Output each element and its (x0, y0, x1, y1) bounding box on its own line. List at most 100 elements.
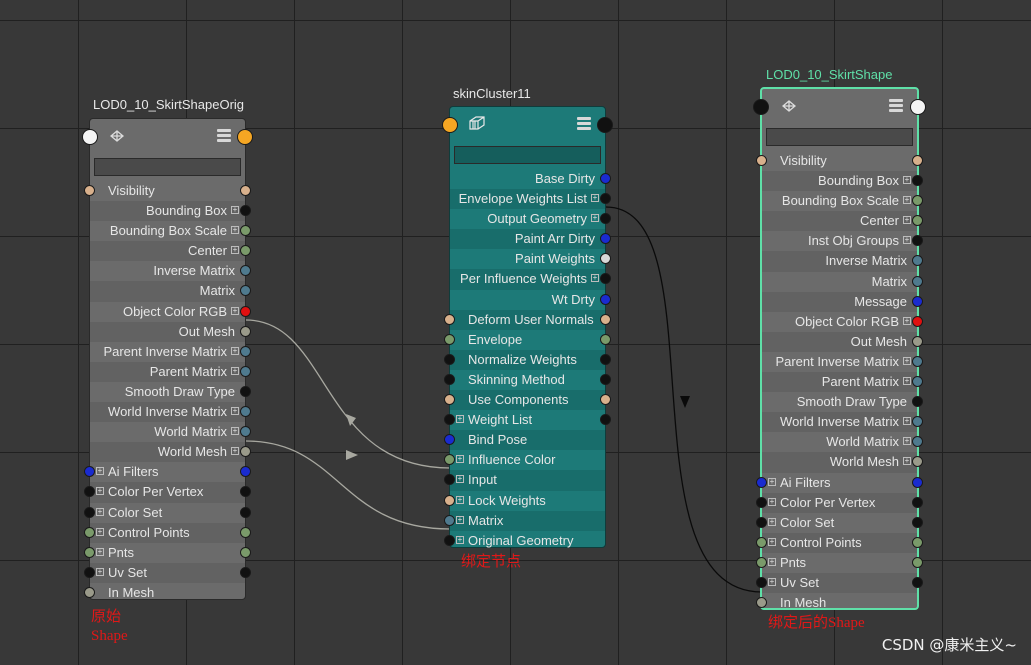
output-port[interactable] (912, 275, 923, 287)
attribute-row[interactable]: + Pnts (756, 553, 923, 573)
output-port[interactable] (600, 313, 611, 325)
output-port[interactable] (240, 546, 251, 558)
input-port[interactable] (444, 454, 455, 466)
attribute-row[interactable]: + Object Color RGB (90, 302, 251, 322)
input-port[interactable] (756, 576, 767, 588)
input-port[interactable] (756, 496, 767, 508)
input-port[interactable] (84, 546, 95, 558)
attribute-row[interactable]: Wt Drty (450, 290, 611, 310)
shape-header-out-port[interactable] (910, 99, 926, 115)
expand-icon[interactable]: + (768, 517, 776, 526)
attribute-row[interactable]: + Center (90, 241, 251, 262)
expand-icon[interactable]: + (903, 457, 911, 466)
input-port[interactable] (756, 536, 767, 548)
attribute-row[interactable]: + Parent Inverse Matrix (762, 352, 923, 372)
expand-icon[interactable]: + (96, 507, 104, 516)
attribute-row[interactable]: + Matrix (444, 510, 605, 531)
output-port[interactable] (240, 426, 251, 438)
expand-icon[interactable]: + (768, 497, 776, 506)
attribute-row[interactable]: + Parent Matrix (90, 361, 251, 382)
output-port[interactable] (912, 235, 923, 247)
output-port[interactable] (912, 416, 923, 428)
attribute-row[interactable]: Skinning Method (444, 370, 611, 390)
input-port[interactable] (84, 506, 95, 518)
input-port[interactable] (444, 534, 455, 546)
attribute-row[interactable]: + World Mesh (762, 452, 923, 473)
input-port[interactable] (444, 353, 455, 365)
output-port[interactable] (912, 155, 923, 166)
output-port[interactable] (240, 305, 251, 317)
attribute-row[interactable]: + Inst Obj Groups (762, 231, 923, 251)
expand-icon[interactable]: + (456, 495, 464, 504)
input-port[interactable] (444, 514, 455, 526)
attribute-row[interactable]: Smooth Draw Type (90, 382, 251, 402)
output-port[interactable] (600, 373, 611, 385)
attribute-row[interactable]: + Parent Matrix (762, 372, 923, 393)
attribute-row[interactable]: + Object Color RGB (762, 312, 923, 332)
expand-icon[interactable]: + (96, 567, 104, 576)
input-port[interactable] (444, 414, 455, 426)
output-port[interactable] (912, 516, 923, 528)
expand-icon[interactable]: + (903, 437, 911, 446)
expand-icon[interactable]: + (456, 515, 464, 524)
input-port[interactable] (756, 476, 767, 488)
attribute-row[interactable]: + Pnts (84, 543, 251, 563)
input-port[interactable] (444, 313, 455, 325)
output-port[interactable] (600, 333, 611, 345)
output-port[interactable] (240, 526, 251, 538)
attribute-list-icon[interactable] (889, 99, 903, 113)
output-port[interactable] (240, 486, 251, 498)
input-port[interactable] (756, 556, 767, 568)
skin-node-header[interactable] (442, 107, 613, 143)
attribute-row[interactable]: In Mesh (84, 583, 245, 603)
output-port[interactable] (240, 365, 251, 377)
output-port[interactable] (912, 396, 923, 408)
attribute-row[interactable]: + Output Geometry (450, 209, 611, 229)
expand-icon[interactable]: + (96, 527, 104, 536)
output-port[interactable] (600, 394, 611, 406)
attribute-row[interactable]: Message (762, 291, 923, 312)
orig-node-header[interactable] (82, 119, 253, 155)
output-port[interactable] (912, 315, 923, 327)
input-port[interactable] (84, 586, 95, 598)
attribute-row[interactable]: Visibility (756, 151, 923, 171)
output-port[interactable] (240, 566, 251, 578)
attribute-row[interactable]: + Original Geometry (444, 531, 605, 551)
attribute-row[interactable]: + Color Per Vertex (84, 482, 251, 503)
output-port[interactable] (240, 225, 251, 237)
expand-icon[interactable]: + (903, 316, 911, 325)
attribute-row[interactable]: Smooth Draw Type (762, 392, 923, 412)
skin-cluster-node[interactable]: Base Dirty + Envelope Weights List + Output … (442, 106, 613, 551)
output-port[interactable] (240, 185, 251, 196)
input-port[interactable] (84, 486, 95, 498)
expand-icon[interactable]: + (903, 216, 911, 225)
attribute-row[interactable]: Out Mesh (90, 321, 251, 342)
expand-icon[interactable]: + (903, 377, 911, 386)
attribute-row[interactable]: + World Matrix (90, 422, 251, 442)
output-port[interactable] (600, 193, 611, 205)
input-port[interactable] (444, 394, 455, 406)
output-port[interactable] (912, 335, 923, 347)
output-port[interactable] (240, 345, 251, 357)
input-port[interactable] (444, 434, 455, 446)
input-port[interactable] (84, 185, 95, 196)
attribute-row[interactable]: Paint Weights (450, 249, 611, 269)
attribute-row[interactable]: Matrix (90, 281, 251, 302)
skin-search-field[interactable] (454, 146, 601, 164)
attribute-row[interactable]: + Color Set (84, 503, 251, 523)
output-port[interactable] (912, 476, 923, 488)
attribute-list-icon[interactable] (217, 129, 231, 143)
shape-header-in-port[interactable] (753, 99, 769, 115)
attribute-row[interactable]: Normalize Weights (444, 349, 611, 370)
output-port[interactable] (912, 255, 923, 267)
expand-icon[interactable]: + (456, 415, 464, 424)
expand-icon[interactable]: + (456, 535, 464, 544)
input-port[interactable] (84, 526, 95, 538)
attribute-list-icon[interactable] (577, 117, 591, 131)
expand-icon[interactable]: + (231, 226, 239, 235)
output-port[interactable] (240, 265, 251, 277)
expand-icon[interactable]: + (591, 194, 599, 203)
attribute-row[interactable]: + Weight List (444, 410, 611, 430)
output-port[interactable] (600, 233, 611, 245)
input-port[interactable] (444, 494, 455, 506)
